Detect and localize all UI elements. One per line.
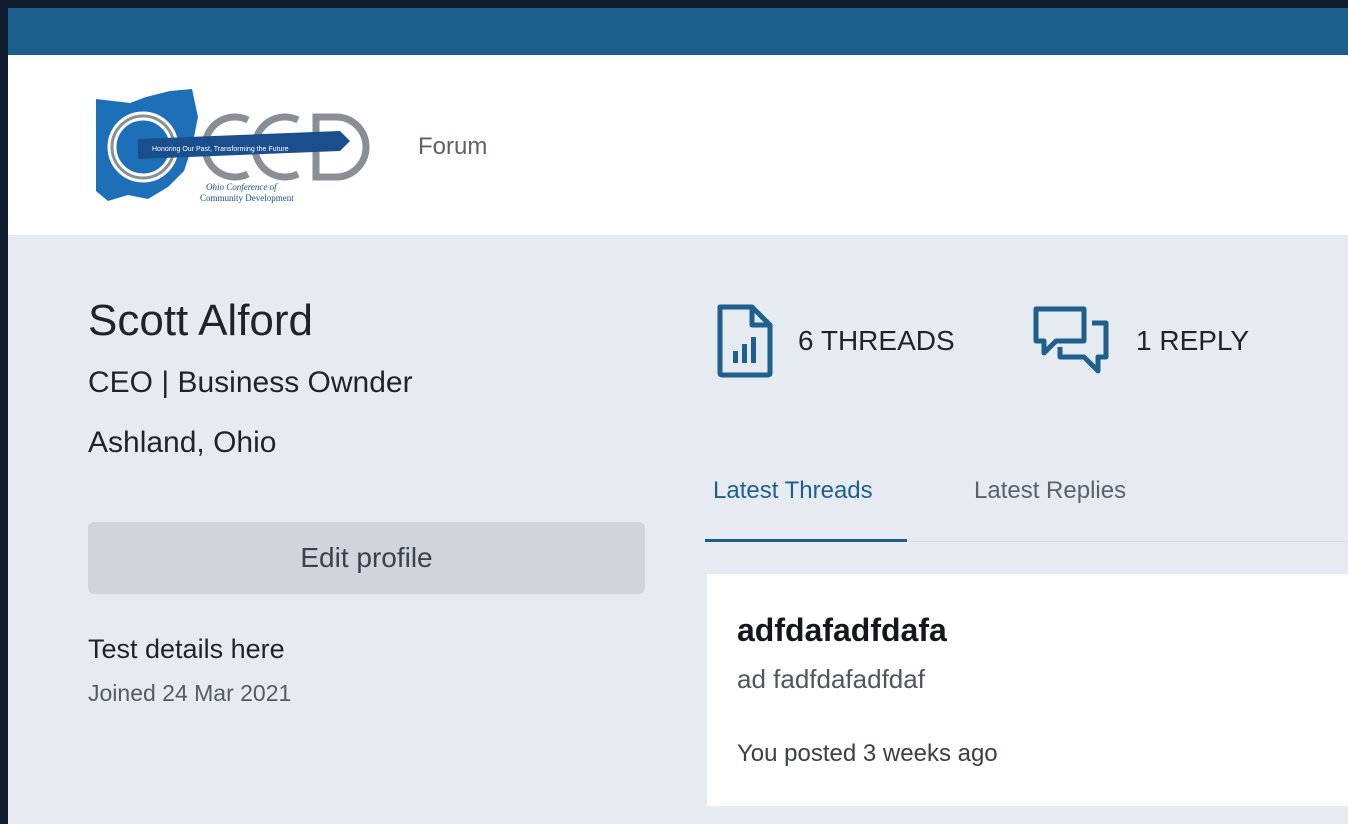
profile-details: Test details here: [88, 634, 285, 664]
profile-joined-date: Joined 24 Mar 2021: [88, 680, 292, 706]
site-header: Honoring Our Past, Transforming the Futu…: [8, 55, 1348, 235]
profile-name: Scott Alford: [88, 296, 314, 345]
logo-subtitle-line2: Community Development: [200, 193, 294, 203]
logo-subtitle-line1: Ohio Conference of: [206, 182, 278, 192]
page-frame: Honoring Our Past, Transforming the Futu…: [8, 8, 1348, 824]
active-tab-indicator: [705, 539, 907, 542]
activity-tabs: Latest Threads Latest Replies: [705, 460, 1348, 542]
replies-stat: 1 REPLY: [1030, 301, 1249, 381]
thread-excerpt: ad fadfdafadfdaf: [737, 664, 925, 694]
tab-latest-threads[interactable]: Latest Threads: [713, 477, 873, 505]
threads-count: 6 THREADS: [798, 325, 955, 356]
profile-location: Ashland, Ohio: [88, 426, 277, 459]
thread-card[interactable]: adfdafadfdafa ad fadfdafadfdaf You poste…: [707, 574, 1348, 806]
edit-profile-button[interactable]: Edit profile: [88, 522, 645, 594]
top-bar: [8, 8, 1348, 55]
thread-meta: You posted 3 weeks ago: [737, 740, 998, 767]
logo-banner-text: Honoring Our Past, Transforming the Futu…: [152, 146, 289, 153]
occd-logo[interactable]: Honoring Our Past, Transforming the Futu…: [88, 87, 373, 212]
profile-role: CEO | Business Ownder: [88, 366, 413, 399]
threads-stat: 6 THREADS: [714, 301, 955, 381]
chat-bubbles-icon: [1033, 306, 1109, 374]
document-chart-icon: [717, 304, 773, 378]
nav-forum-link[interactable]: Forum: [418, 133, 487, 161]
tab-latest-replies[interactable]: Latest Replies: [974, 477, 1126, 505]
replies-count: 1 REPLY: [1136, 325, 1250, 356]
thread-title[interactable]: adfdafadfdafa: [737, 612, 947, 649]
